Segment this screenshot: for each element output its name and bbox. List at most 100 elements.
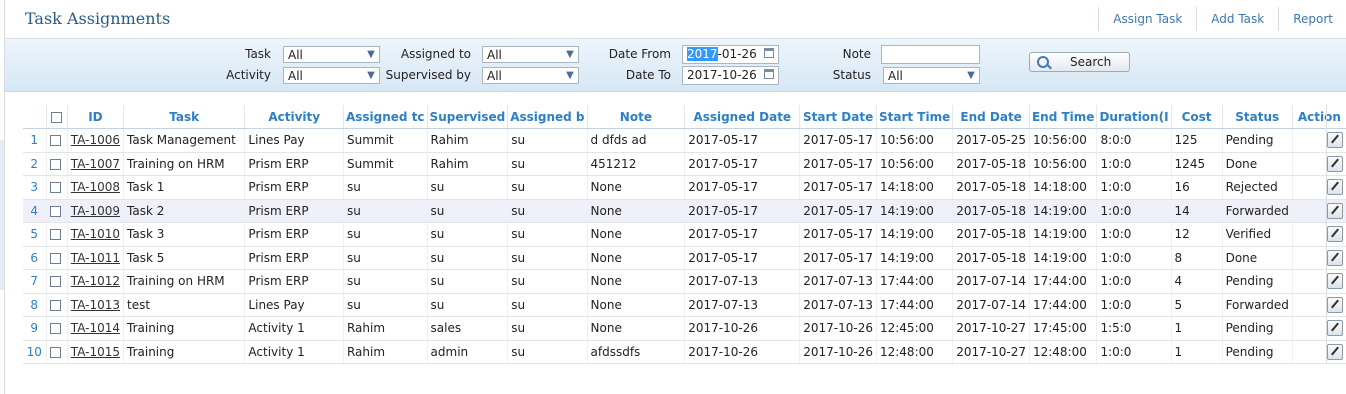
row-checkbox[interactable] xyxy=(49,182,61,194)
edit-icon[interactable] xyxy=(1327,226,1343,243)
row-checkbox[interactable] xyxy=(49,299,61,311)
column-header[interactable]: Supervised xyxy=(427,105,509,129)
search-icon xyxy=(1037,56,1049,68)
table-cell: su xyxy=(507,222,588,247)
table-cell: 2017-05-17 xyxy=(799,128,877,153)
row-checkbox[interactable] xyxy=(49,323,61,335)
table-cell: Summit xyxy=(343,128,428,153)
table-cell: 12 xyxy=(1171,222,1223,247)
task-id-link[interactable]: TA-1010 xyxy=(67,222,125,247)
column-header[interactable]: Assigned tc xyxy=(343,105,428,129)
table-row[interactable]: 9 TA-1014 Training Activity 1 Rahim sales su No… xyxy=(23,316,1346,341)
row-checkbox[interactable] xyxy=(49,158,61,170)
table-row[interactable]: 2 TA-1007 Training on HRM Prism ERP Summit Ra… xyxy=(23,152,1346,176)
date-from-input[interactable]: 2017-01-26 xyxy=(682,45,779,64)
table-cell: Training on HRM xyxy=(123,152,246,176)
column-header[interactable]: ID xyxy=(67,105,125,129)
row-checkbox[interactable] xyxy=(49,205,61,217)
table-row[interactable]: 3 TA-1008 Task 1 Prism ERP su su su None 2017-05… xyxy=(23,175,1346,200)
task-assignments-panel: Task Assignments Assign Task Add Task Re… xyxy=(4,0,1346,394)
edit-icon[interactable] xyxy=(1327,179,1343,196)
task-id-link[interactable]: TA-1014 xyxy=(67,316,125,341)
row-checkbox[interactable] xyxy=(49,229,61,241)
column-header[interactable]: Action xyxy=(1292,105,1346,129)
task-id-link[interactable]: TA-1009 xyxy=(67,199,125,223)
table-cell: 1:0:0 xyxy=(1096,293,1172,317)
task-id-link[interactable]: TA-1007 xyxy=(67,152,125,176)
row-number: 1 xyxy=(23,128,47,153)
chevron-down-icon: ▼ xyxy=(566,70,574,81)
table-cell: Lines Pay xyxy=(244,128,344,153)
report-link[interactable]: Report xyxy=(1278,7,1346,31)
column-header[interactable]: Task xyxy=(123,105,246,129)
table-row[interactable]: 5 TA-1010 Task 3 Prism ERP su su su None 2017-05… xyxy=(23,222,1346,247)
table-cell: 2017-05-17 xyxy=(799,175,877,200)
column-header[interactable]: Assigned b xyxy=(507,105,588,129)
table-cell: 17:44:00 xyxy=(876,269,954,294)
add-task-link[interactable]: Add Task xyxy=(1196,7,1278,31)
column-header[interactable]: Activity xyxy=(244,105,344,129)
task-filter-select[interactable]: All ▼ xyxy=(283,46,380,63)
column-header[interactable]: Start Date xyxy=(799,105,877,129)
column-header[interactable]: Assigned Date xyxy=(684,105,801,129)
task-id-link[interactable]: TA-1012 xyxy=(67,269,125,294)
column-header[interactable]: Cost xyxy=(1171,105,1223,129)
edit-icon[interactable] xyxy=(1327,343,1343,360)
task-id-link[interactable]: TA-1011 xyxy=(67,246,125,270)
calendar-icon[interactable] xyxy=(764,48,774,58)
table-cell: su xyxy=(507,246,588,270)
edit-icon[interactable] xyxy=(1327,132,1343,149)
calendar-icon[interactable] xyxy=(764,69,774,79)
edit-icon[interactable] xyxy=(1327,320,1343,337)
table-cell: 10:56:00 xyxy=(1029,128,1098,153)
edit-icon[interactable] xyxy=(1327,296,1343,313)
table-cell: Forwarded xyxy=(1222,199,1293,223)
table-row[interactable]: 1 TA-1006 Task Management Lines Pay Summit Ra… xyxy=(23,128,1346,153)
edit-icon[interactable] xyxy=(1327,155,1343,172)
row-select-cell xyxy=(46,128,68,153)
column-header[interactable]: End Date xyxy=(952,105,1030,129)
table-cell: su xyxy=(343,246,428,270)
assigned-to-filter-select[interactable]: All ▼ xyxy=(482,46,579,63)
table-cell: None xyxy=(587,293,686,317)
row-checkbox[interactable] xyxy=(49,135,61,147)
table-cell: 1:0:0 xyxy=(1096,152,1172,176)
task-id-link[interactable]: TA-1015 xyxy=(67,340,125,364)
column-header[interactable]: Start Time xyxy=(876,105,954,129)
supervised-by-filter-select[interactable]: All ▼ xyxy=(482,67,579,84)
column-header[interactable]: Note xyxy=(587,105,686,129)
note-filter-input[interactable] xyxy=(881,45,980,64)
column-header[interactable]: Status xyxy=(1222,105,1293,129)
table-cell: Pending xyxy=(1222,316,1293,341)
action-cell xyxy=(1292,222,1346,247)
table-cell: 2017-07-14 xyxy=(952,293,1030,317)
table-cell: 5 xyxy=(1171,293,1223,317)
row-checkbox[interactable] xyxy=(49,346,61,358)
edit-icon[interactable] xyxy=(1327,249,1343,266)
column-header[interactable]: Duration(I xyxy=(1096,105,1172,129)
edit-icon[interactable] xyxy=(1327,273,1343,290)
select-all-checkbox[interactable] xyxy=(51,111,63,123)
edit-icon[interactable] xyxy=(1327,202,1343,219)
table-cell: 451212 xyxy=(587,152,686,176)
supervised-by-filter-label: Supervised by xyxy=(385,68,471,82)
date-to-input[interactable]: 2017-10-26 xyxy=(682,66,779,85)
activity-filter-select[interactable]: All ▼ xyxy=(283,67,380,84)
table-row[interactable]: 10 TA-1015 Training Activity 1 Rahim admin su a… xyxy=(23,340,1346,364)
table-row[interactable]: 7 TA-1012 Training on HRM Prism ERP su su su No… xyxy=(23,269,1346,294)
action-cell xyxy=(1292,128,1346,153)
search-button[interactable]: Search xyxy=(1029,52,1130,72)
row-checkbox[interactable] xyxy=(49,252,61,264)
table-row[interactable]: 8 TA-1013 test Lines Pay su su su None 2017-07-1… xyxy=(23,293,1346,317)
table-row[interactable]: 6 TA-1011 Task 5 Prism ERP su su su None 2017-05… xyxy=(23,246,1346,270)
supervised-by-filter-value: All xyxy=(487,69,502,83)
task-id-link[interactable]: TA-1013 xyxy=(67,293,125,317)
status-filter-select[interactable]: All ▼ xyxy=(883,67,980,84)
table-cell: 2017-07-13 xyxy=(799,269,877,294)
task-id-link[interactable]: TA-1006 xyxy=(67,128,125,153)
table-row[interactable]: 4 TA-1009 Task 2 Prism ERP su su su None 2017-05… xyxy=(23,199,1346,223)
column-header[interactable]: End Time xyxy=(1029,105,1098,129)
task-id-link[interactable]: TA-1008 xyxy=(67,175,125,200)
row-checkbox[interactable] xyxy=(49,276,61,288)
assign-task-link[interactable]: Assign Task xyxy=(1098,7,1196,31)
